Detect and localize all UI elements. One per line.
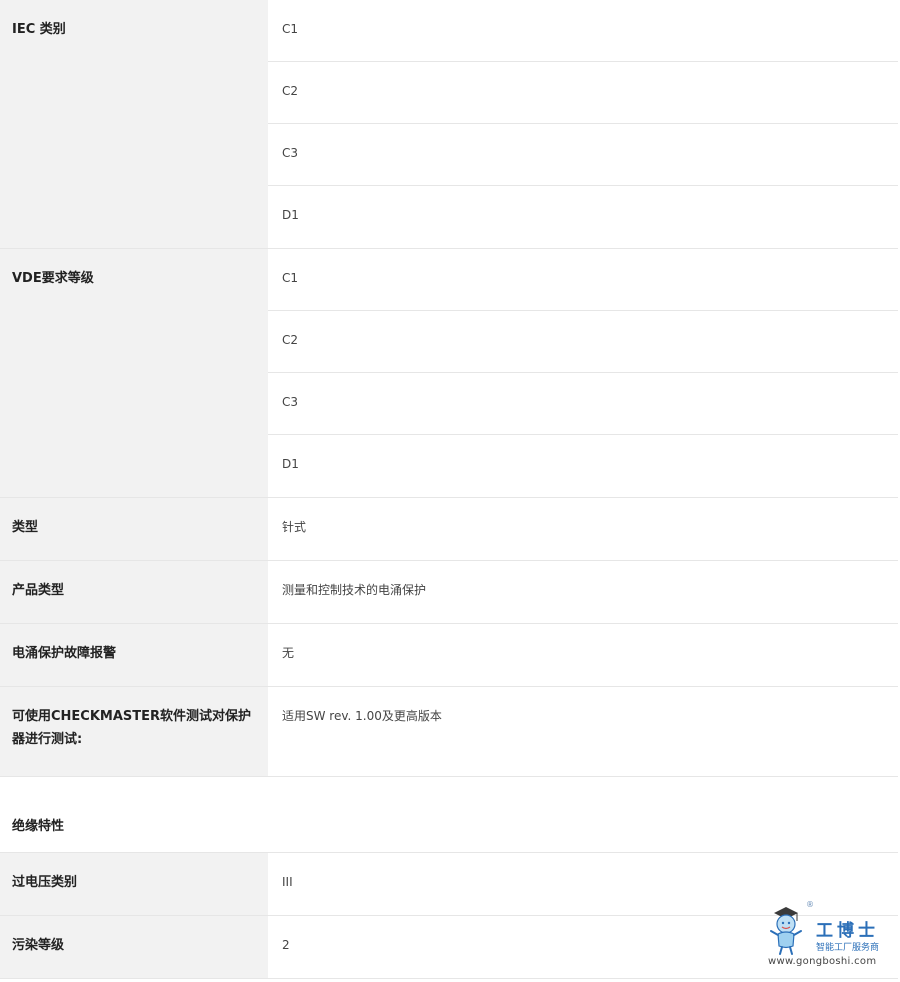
spec-value: D1 bbox=[282, 208, 299, 222]
section-heading: 绝缘特性 bbox=[12, 819, 65, 834]
spec-value: C2 bbox=[268, 311, 898, 373]
spec-label: 可使用CHECKMASTER软件测试对保护器进行测试: bbox=[0, 687, 268, 776]
spec-values: C1 C2 C3 D1 bbox=[268, 0, 898, 248]
spec-value: 无 bbox=[282, 646, 295, 660]
spec-values: C1 C2 C3 D1 bbox=[268, 249, 898, 497]
spec-value: 适用SW rev. 1.00及更高版本 bbox=[282, 709, 442, 723]
spec-row-fault-alarm: 电涌保护故障报警 无 bbox=[0, 624, 898, 687]
spec-values: 测量和控制技术的电涌保护 bbox=[268, 561, 898, 623]
spec-value: C3 bbox=[268, 373, 898, 435]
spec-value: C1 bbox=[268, 249, 898, 311]
spec-value: 针式 bbox=[282, 520, 307, 534]
spec-row-vde-class: VDE要求等级 C1 C2 C3 D1 bbox=[0, 249, 898, 498]
spec-value: 测量和控制技术的电涌保护 bbox=[282, 583, 427, 597]
spec-label: IEC 类别 bbox=[0, 0, 268, 248]
registered-mark: ® bbox=[806, 900, 814, 909]
watermark-tagline: 智能工厂服务商 bbox=[816, 943, 880, 953]
watermark-logo: ® 工博士 智能工厂服务商 www.gongboshi.com bbox=[762, 898, 892, 974]
spec-row-product-type: 产品类型 测量和控制技术的电涌保护 bbox=[0, 561, 898, 624]
spec-values: 适用SW rev. 1.00及更高版本 bbox=[268, 687, 898, 776]
spec-value: C3 bbox=[268, 124, 898, 186]
section-insulation: 绝缘特性 bbox=[0, 777, 898, 853]
spec-value: C2 bbox=[268, 62, 898, 124]
spec-label: 污染等级 bbox=[0, 916, 268, 978]
spec-value: C1 bbox=[268, 0, 898, 62]
spec-table: IEC 类别 C1 C2 C3 D1 VDE要求等级 C1 C2 C3 D1 类… bbox=[0, 0, 898, 979]
spec-values: 无 bbox=[268, 624, 898, 686]
spec-row-iec-category: IEC 类别 C1 C2 C3 D1 bbox=[0, 0, 898, 249]
spec-label: 产品类型 bbox=[0, 561, 268, 623]
mascot-icon bbox=[770, 907, 802, 955]
spec-row-checkmaster: 可使用CHECKMASTER软件测试对保护器进行测试: 适用SW rev. 1.… bbox=[0, 687, 898, 777]
spec-value: D1 bbox=[282, 457, 299, 471]
spec-label: 过电压类别 bbox=[0, 853, 268, 915]
spec-label: VDE要求等级 bbox=[0, 249, 268, 497]
watermark-url: www.gongboshi.com bbox=[768, 956, 877, 967]
spec-row-type: 类型 针式 bbox=[0, 498, 898, 561]
spec-label: 电涌保护故障报警 bbox=[0, 624, 268, 686]
watermark-title: 工博士 bbox=[816, 921, 879, 941]
spec-label: 类型 bbox=[0, 498, 268, 560]
spec-values: 针式 bbox=[268, 498, 898, 560]
